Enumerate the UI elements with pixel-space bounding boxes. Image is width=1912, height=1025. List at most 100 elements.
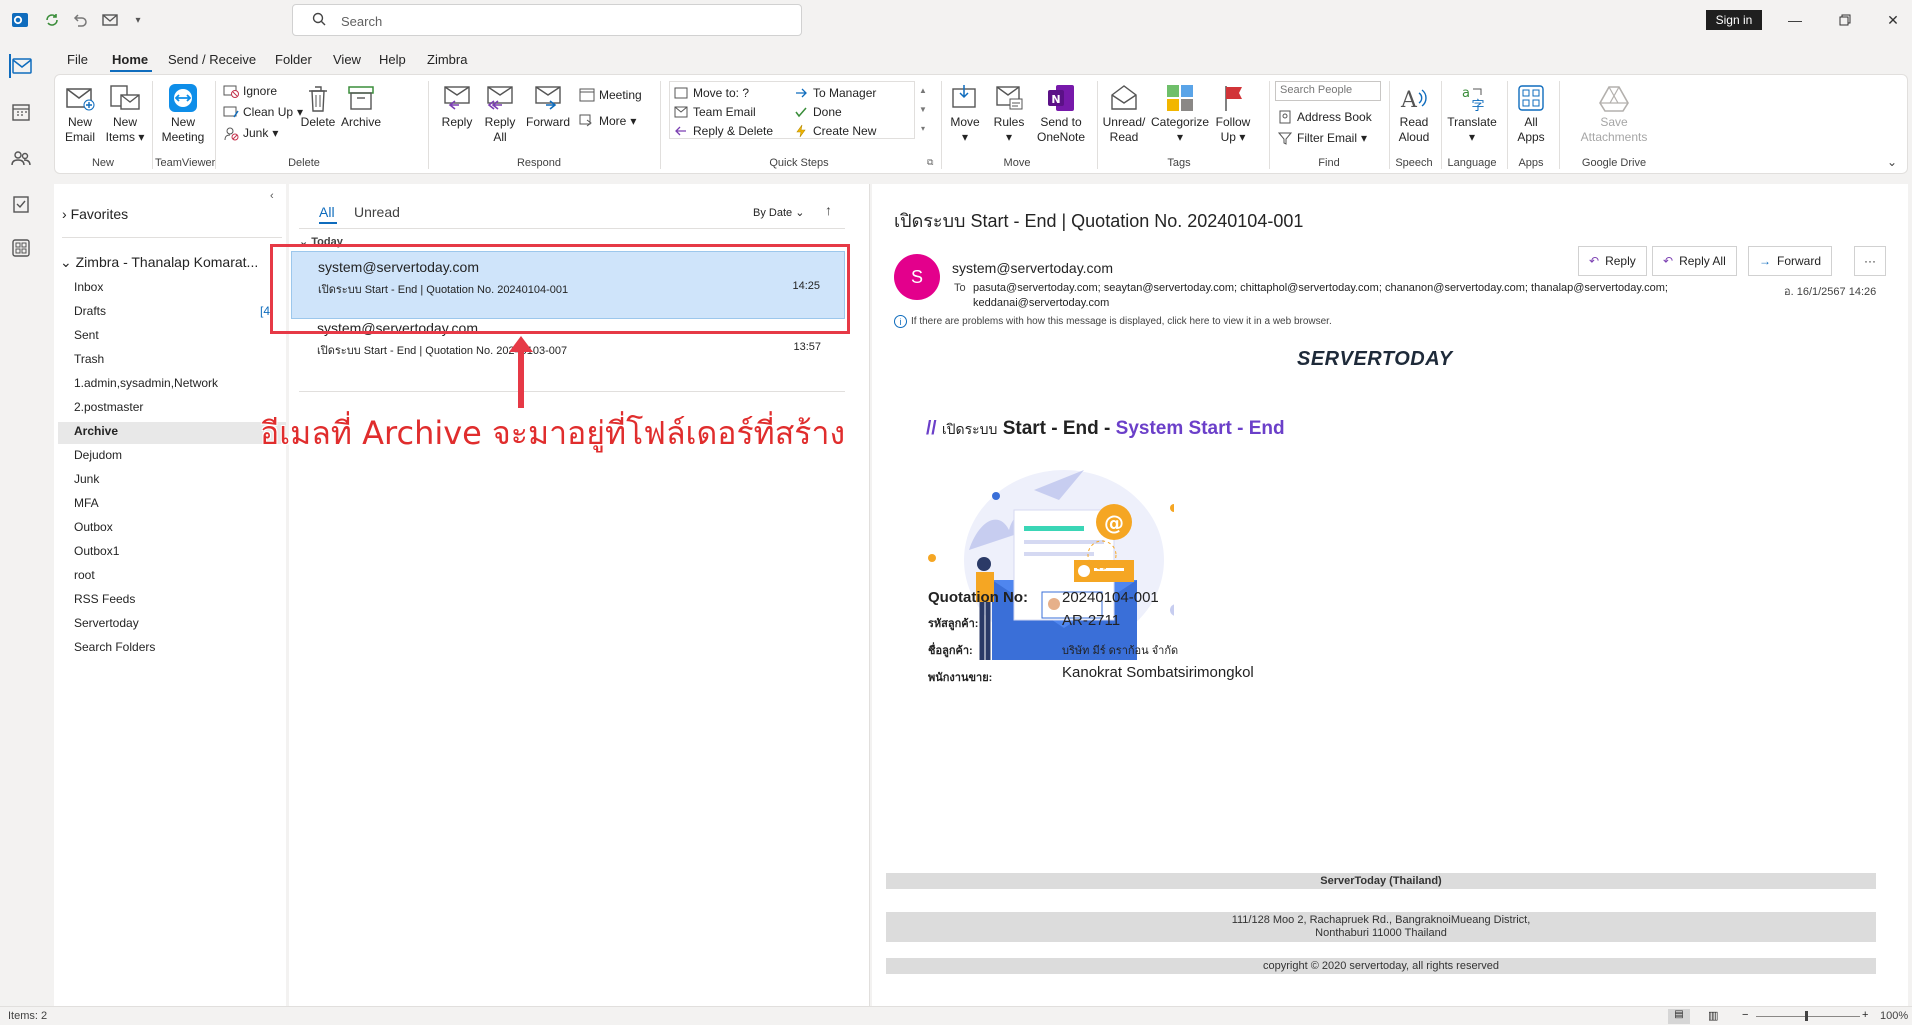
filter-tab-all[interactable]: All — [319, 204, 335, 220]
folder-outbox1[interactable]: Outbox1 — [74, 544, 119, 558]
sender-address[interactable]: system@servertoday.com — [952, 260, 1113, 276]
collapse-ribbon-icon[interactable]: ⌄ — [1887, 155, 1897, 169]
send-to-onenote-button[interactable]: N Send to OneNote — [1033, 83, 1089, 145]
drafts-count: [4 — [260, 304, 271, 318]
normal-view-icon[interactable]: ▤ — [1668, 1009, 1690, 1024]
more-actions-icon[interactable]: ··· — [1854, 246, 1886, 276]
tab-help[interactable]: Help — [379, 52, 406, 67]
qs-move-to[interactable]: Move to: ? — [673, 85, 749, 101]
more-apps-icon[interactable] — [9, 236, 33, 260]
qs-create-new[interactable]: Create New — [793, 123, 876, 139]
sort-by-date[interactable]: By Date ⌄ — [753, 206, 804, 219]
ignore-button[interactable]: Ignore — [223, 83, 277, 99]
folder-search-folders[interactable]: Search Folders — [74, 640, 155, 654]
sync-icon[interactable] — [42, 10, 62, 30]
unread-read-button[interactable]: Unread/ Read — [1101, 83, 1147, 145]
address-book-button[interactable]: Address Book — [1277, 109, 1372, 125]
tasks-icon[interactable] — [9, 192, 33, 216]
search-people-input[interactable]: Search People — [1275, 81, 1381, 101]
filter-tab-unread[interactable]: Unread — [354, 204, 400, 220]
delete-button[interactable]: Delete — [299, 83, 337, 130]
junk-button[interactable]: Junk ▾ — [223, 125, 278, 141]
folder-admin[interactable]: 1.admin,sysadmin,Network — [74, 376, 218, 390]
tab-send-receive[interactable]: Send / Receive — [168, 52, 256, 67]
new-meeting-button[interactable]: New Meeting — [155, 83, 211, 145]
team-email-icon — [673, 104, 689, 120]
reply-all-button[interactable]: ↶ Reply All — [1652, 246, 1737, 276]
avatar[interactable]: S — [894, 254, 940, 300]
recipients-line-1[interactable]: pasuta@servertoday.com; seaytan@serverto… — [973, 282, 1668, 294]
restore-icon[interactable] — [1830, 8, 1860, 32]
qs-done[interactable]: Done — [793, 104, 842, 120]
categorize-button[interactable]: Categorize ▾ — [1151, 83, 1209, 145]
reply-button[interactable]: ↶ Reply — [1578, 246, 1647, 276]
mail-rail-icon[interactable] — [9, 54, 33, 78]
minimize-icon[interactable]: — — [1780, 8, 1810, 32]
reading-view-icon[interactable]: ▥ — [1708, 1009, 1718, 1022]
customize-toolbar-icon[interactable]: ▾ — [128, 10, 148, 30]
checkmark-icon — [793, 104, 809, 120]
sort-direction-icon[interactable]: ↑ — [825, 202, 832, 218]
sign-in-button[interactable]: Sign in — [1706, 10, 1762, 30]
more-respond-button[interactable]: More ▾ — [579, 113, 636, 129]
read-aloud-button[interactable]: A Read Aloud — [1393, 83, 1435, 145]
forward-button[interactable]: → Forward — [1748, 246, 1833, 276]
undo-icon[interactable] — [70, 10, 90, 30]
close-icon[interactable]: ✕ — [1878, 8, 1908, 32]
translate-button[interactable]: a字 Translate ▾ — [1445, 83, 1499, 145]
divider — [299, 228, 845, 229]
reply-all-icon — [484, 83, 516, 113]
favorites-header[interactable]: › Favorites — [62, 206, 128, 222]
folder-root[interactable]: root — [74, 568, 95, 582]
save-attachments-button[interactable]: Save Attachments — [1575, 83, 1653, 145]
filter-email-button[interactable]: Filter Email ▾ — [1277, 130, 1367, 146]
quick-steps-scroll[interactable]: ▲ ▼ ▾ — [917, 81, 929, 139]
new-items-button[interactable]: New Items ▾ — [103, 83, 147, 145]
people-icon[interactable] — [9, 146, 33, 170]
mail-icon[interactable] — [100, 10, 120, 30]
new-email-button[interactable]: New Email — [59, 83, 101, 145]
folder-dejudom[interactable]: Dejudom — [74, 448, 122, 462]
tab-file[interactable]: File — [67, 52, 88, 67]
rules-button[interactable]: Rules ▾ — [989, 83, 1029, 145]
tab-home[interactable]: Home — [112, 52, 148, 67]
folder-postmaster[interactable]: 2.postmaster — [74, 400, 143, 414]
forward-button[interactable]: Forward — [525, 83, 571, 130]
folder-mfa[interactable]: MFA — [74, 496, 99, 510]
tab-zimbra[interactable]: Zimbra — [427, 52, 467, 67]
qs-to-manager[interactable]: To Manager — [793, 85, 876, 101]
qs-team-email[interactable]: Team Email — [673, 104, 756, 120]
search-input[interactable]: Search — [292, 4, 802, 36]
clean-up-button[interactable]: Clean Up ▾ — [223, 104, 303, 120]
move-button[interactable]: Move ▾ — [945, 83, 985, 145]
tab-folder[interactable]: Folder — [275, 52, 312, 67]
folder-sent[interactable]: Sent — [74, 328, 99, 342]
folder-servertoday[interactable]: Servertoday — [74, 616, 139, 630]
account-header[interactable]: ⌄ Zimbra - Thanalap Komarat... — [60, 254, 258, 271]
zoom-slider-thumb[interactable] — [1805, 1011, 1808, 1021]
zoom-in-icon[interactable]: + — [1862, 1009, 1868, 1021]
folder-junk[interactable]: Junk — [74, 472, 99, 486]
folder-rss-feeds[interactable]: RSS Feeds — [74, 592, 135, 606]
tab-view[interactable]: View — [333, 52, 361, 67]
reply-button[interactable]: Reply — [437, 83, 477, 130]
folder-archive[interactable]: Archive — [74, 424, 118, 438]
info-bar[interactable]: i If there are problems with how this me… — [894, 315, 1332, 328]
reply-all-button[interactable]: Reply All — [479, 83, 521, 145]
folder-outbox[interactable]: Outbox — [74, 520, 113, 534]
folder-drafts[interactable]: Drafts — [74, 304, 106, 318]
pane-divider[interactable] — [869, 184, 870, 1006]
collapse-pane-icon[interactable]: ‹ — [270, 190, 274, 202]
follow-up-button[interactable]: Follow Up ▾ — [1213, 83, 1253, 145]
zoom-out-icon[interactable]: − — [1742, 1009, 1748, 1021]
meeting-button[interactable]: Meeting — [579, 87, 642, 103]
calendar-icon[interactable] — [9, 100, 33, 124]
recipients-line-2[interactable]: keddanai@servertoday.com — [973, 297, 1109, 309]
archive-button[interactable]: Archive — [339, 83, 383, 130]
qs-reply-delete[interactable]: Reply & Delete — [673, 123, 773, 139]
folder-inbox[interactable]: Inbox — [74, 280, 103, 294]
dialog-launcher-icon[interactable]: ⧉ — [927, 157, 933, 168]
zoom-slider[interactable] — [1756, 1016, 1860, 1017]
folder-trash[interactable]: Trash — [74, 352, 104, 366]
all-apps-button[interactable]: All Apps — [1511, 83, 1551, 145]
